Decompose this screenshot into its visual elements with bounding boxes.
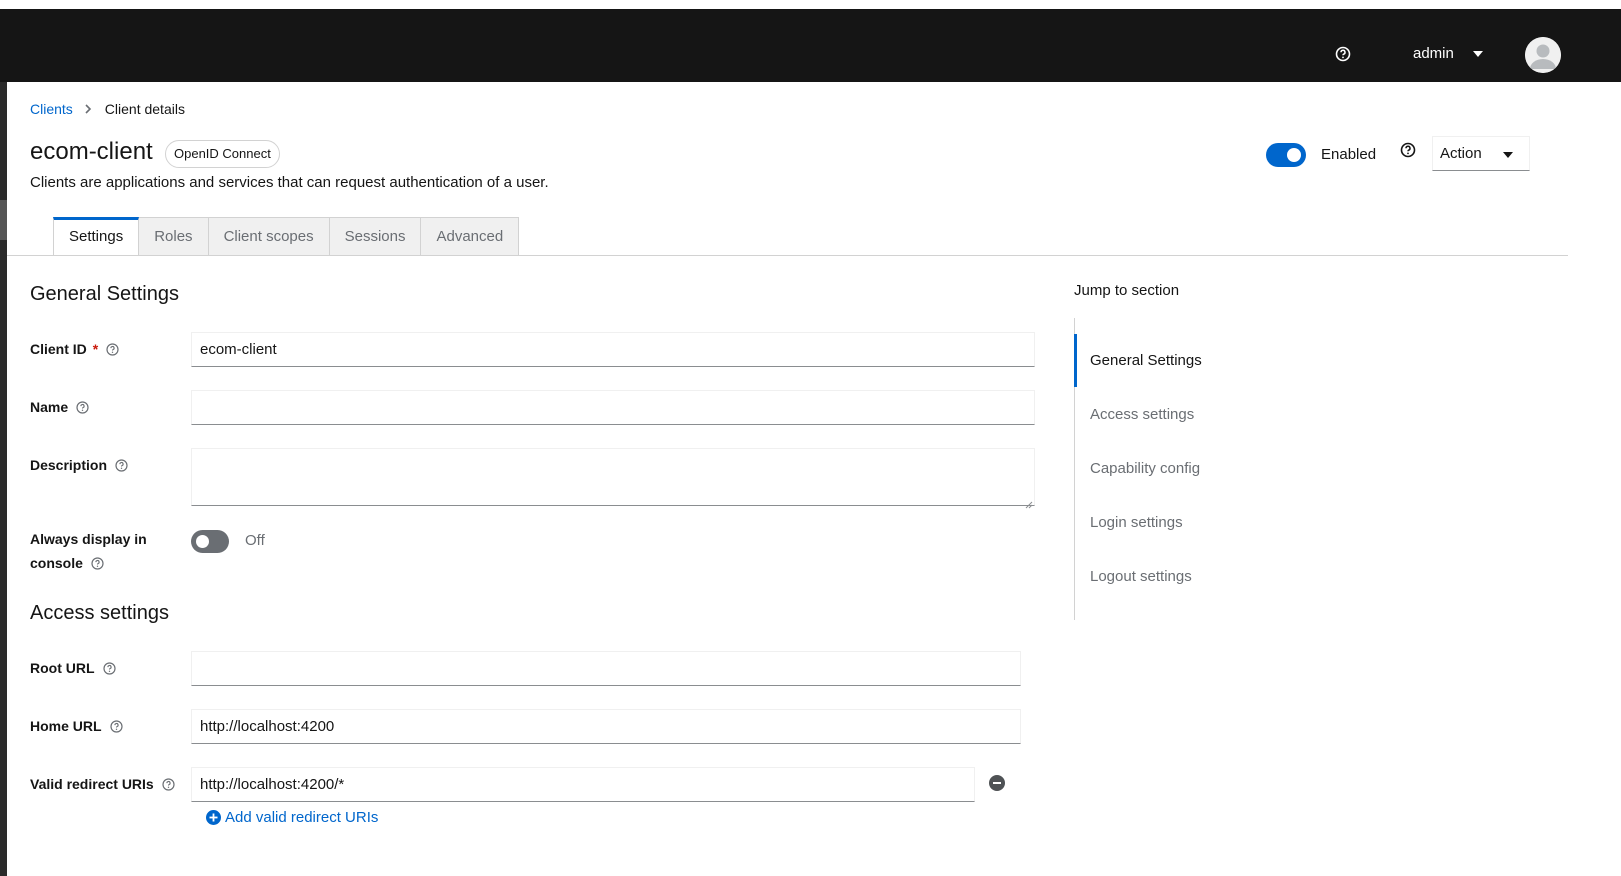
client-id-input[interactable]: ecom-client: [191, 332, 1035, 367]
help-icon[interactable]: [102, 658, 116, 675]
jump-to-section-nav: General Settings Access settings Capabil…: [1074, 318, 1275, 620]
required-marker: *: [92, 341, 99, 357]
action-dropdown[interactable]: Action: [1432, 136, 1530, 171]
user-menu-toggle[interactable]: admin: [1413, 45, 1454, 62]
user-avatar-icon[interactable]: [1525, 37, 1561, 73]
jump-item-general-settings[interactable]: General Settings: [1090, 352, 1202, 369]
chevron-right-icon: [83, 102, 93, 116]
toggle-knob: [196, 535, 209, 548]
root-url-label: Root URL: [30, 656, 116, 680]
help-icon[interactable]: [1400, 142, 1416, 158]
client-id-label: Client ID *: [30, 337, 119, 361]
help-icon[interactable]: [106, 339, 119, 356]
always-display-label-line1: Always display in: [30, 531, 147, 547]
home-url-label-text: Home URL: [30, 718, 102, 734]
breadcrumb: Clients Client details: [30, 101, 185, 117]
tab-bar: Settings Roles Client scopes Sessions Ad…: [53, 217, 520, 256]
toggle-knob: [1287, 148, 1301, 162]
protocol-badge: OpenID Connect: [165, 140, 280, 168]
page-title: ecom-client: [30, 138, 153, 165]
breadcrumb-clients-link[interactable]: Clients: [30, 101, 73, 117]
access-settings-title: Access settings: [30, 602, 169, 624]
description-label-text: Description: [30, 457, 108, 473]
jump-item-login-settings[interactable]: Login settings: [1090, 514, 1183, 531]
plus-circle-icon: [206, 810, 221, 825]
description-label: Description: [30, 453, 128, 477]
minus-circle-icon[interactable]: [989, 775, 1005, 791]
jump-item-capability-config[interactable]: Capability config: [1090, 460, 1200, 477]
jump-to-section-title: Jump to section: [1074, 282, 1180, 299]
client-id-label-text: Client ID: [30, 341, 87, 357]
tab-sessions[interactable]: Sessions: [329, 217, 422, 256]
always-display-label: Always display in console: [30, 527, 147, 575]
always-display-state: Off: [245, 532, 265, 549]
help-icon[interactable]: [162, 774, 175, 791]
right-edge: [1568, 82, 1621, 876]
tab-roles[interactable]: Roles: [139, 217, 209, 256]
always-display-toggle[interactable]: [191, 530, 229, 553]
always-display-label-line2: console: [30, 555, 83, 571]
jump-item-logout-settings[interactable]: Logout settings: [1090, 568, 1192, 585]
root-url-input[interactable]: [191, 651, 1021, 686]
caret-down-icon[interactable]: [1473, 51, 1483, 57]
redirect-uris-label-text: Valid redirect URIs: [30, 776, 154, 792]
top-strip: [0, 0, 1621, 9]
breadcrumb-current: Client details: [104, 101, 185, 117]
redirect-uri-input[interactable]: http://localhost:4200/*: [191, 767, 975, 802]
tab-client-scopes[interactable]: Client scopes: [208, 217, 330, 256]
enabled-toggle[interactable]: [1266, 143, 1306, 167]
page-description: Clients are applications and services th…: [30, 174, 549, 191]
home-url-label: Home URL: [30, 714, 123, 738]
description-textarea[interactable]: [191, 448, 1035, 509]
name-label-text: Name: [30, 399, 69, 415]
caret-down-icon: [1503, 152, 1513, 158]
add-redirect-uri-button[interactable]: Add valid redirect URIs: [206, 809, 378, 826]
name-input[interactable]: [191, 390, 1035, 425]
tab-settings[interactable]: Settings: [53, 217, 140, 256]
tab-divider: [7, 255, 1568, 256]
name-label: Name: [30, 395, 89, 419]
help-icon[interactable]: [91, 553, 104, 570]
jump-active-indicator: [1074, 334, 1077, 387]
left-edge-mark: [0, 200, 7, 240]
help-icon[interactable]: [76, 397, 89, 414]
help-icon[interactable]: [115, 455, 128, 472]
resize-handle-icon[interactable]: [1025, 496, 1033, 509]
redirect-uris-label: Valid redirect URIs: [30, 772, 175, 796]
add-redirect-uri-label: Add valid redirect URIs: [225, 809, 379, 826]
tab-advanced[interactable]: Advanced: [421, 217, 520, 256]
masthead: admin: [0, 9, 1621, 82]
home-url-input[interactable]: http://localhost:4200: [191, 709, 1021, 744]
jump-item-access-settings[interactable]: Access settings: [1090, 406, 1194, 423]
help-icon[interactable]: [109, 716, 123, 733]
root-url-label-text: Root URL: [30, 660, 95, 676]
action-dropdown-label: Action: [1440, 145, 1482, 162]
enabled-label: Enabled: [1321, 146, 1377, 163]
help-icon[interactable]: [1335, 46, 1351, 62]
general-settings-title: General Settings: [30, 283, 179, 305]
